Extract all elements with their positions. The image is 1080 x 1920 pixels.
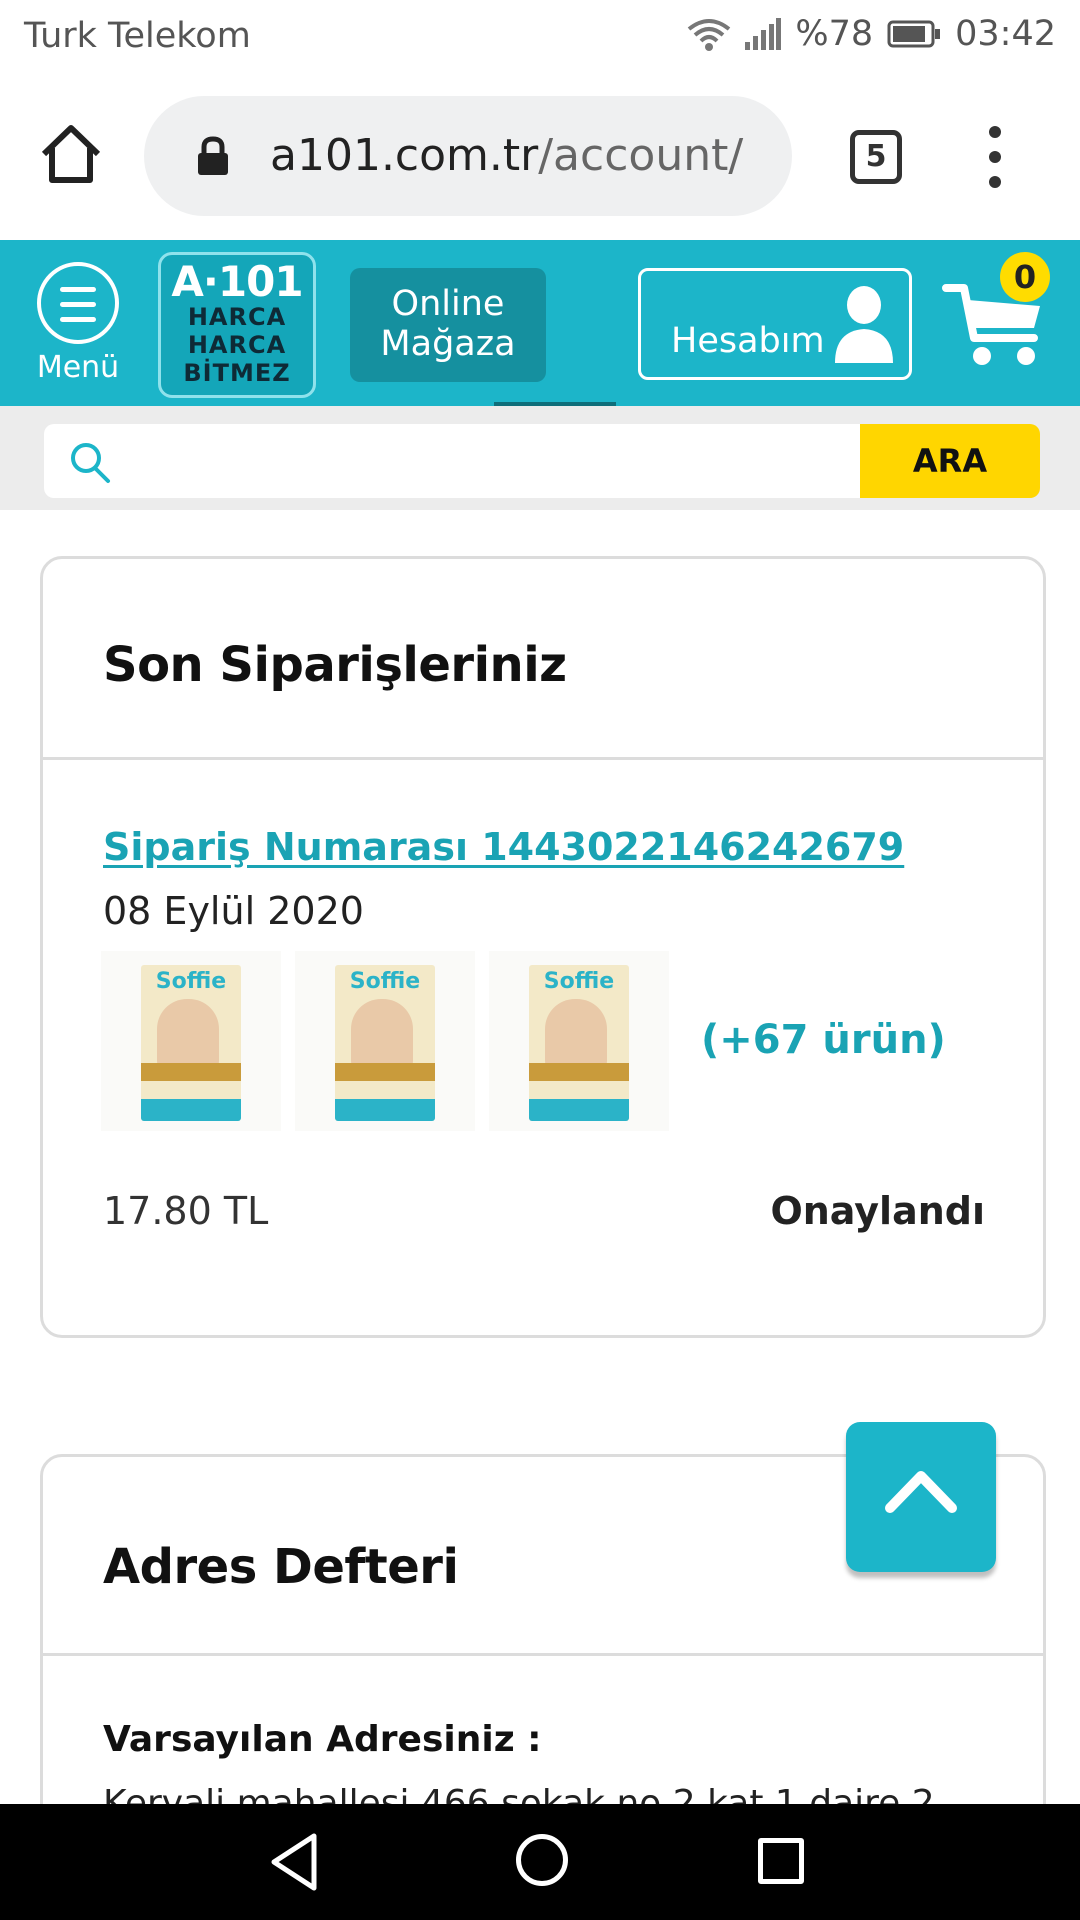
online-store-label-1: Online	[391, 284, 505, 324]
recent-orders-card: Son Siparişleriniz Sipariş Numarası 1443…	[40, 556, 1046, 1338]
chevron-up-icon	[885, 1471, 957, 1513]
recent-orders-title: Son Siparişleriniz	[103, 637, 567, 693]
hamburger-icon	[37, 262, 119, 344]
order-price: 17.80 TL	[103, 1189, 269, 1233]
menu-label: Menü	[36, 350, 120, 385]
kebab-dot-icon	[989, 176, 1001, 188]
screen: Turk Telekom %78 03:42 a101.com.tr/accou…	[0, 0, 1080, 1920]
search-input[interactable]	[44, 424, 860, 498]
browser-home-button[interactable]	[38, 122, 104, 188]
search-button[interactable]: ARA	[860, 424, 1040, 498]
battery-icon	[887, 20, 941, 48]
battery-percent: %78	[795, 14, 874, 54]
site-header: Menü A·101 HARCA HARCA BİTMEZ Online Mağ…	[0, 240, 1080, 406]
url-text: a101.com.tr/account/	[270, 130, 743, 181]
home-icon	[41, 125, 101, 183]
search-icon	[68, 440, 112, 488]
pack-band	[529, 1063, 629, 1081]
url-domain: a101.com.tr	[270, 130, 539, 181]
cart-count-badge: 0	[1000, 252, 1050, 302]
recent-apps-icon[interactable]	[758, 1838, 804, 1884]
online-store-button[interactable]: Online Mağaza	[350, 268, 546, 382]
tab-switcher-button[interactable]: 5	[850, 130, 902, 184]
pack-brand: Soffie	[543, 969, 615, 994]
lock-icon	[196, 136, 230, 180]
menu-button[interactable]: Menü	[34, 262, 122, 392]
logo-line: BİTMEZ	[183, 359, 291, 387]
scroll-to-top-button[interactable]	[846, 1422, 996, 1572]
pack-band	[335, 1063, 435, 1081]
status-indicators: %78 03:42	[687, 14, 1056, 54]
diaper-pack-image: Soffie	[335, 965, 435, 1121]
wifi-icon	[687, 17, 731, 51]
kebab-dot-icon	[989, 151, 1001, 163]
browser-menu-button[interactable]	[980, 126, 1010, 188]
account-button[interactable]: Hesabım	[638, 268, 912, 380]
carrier-name: Turk Telekom	[24, 16, 251, 56]
order-status: Onaylandı	[770, 1189, 985, 1233]
search-area: ARA	[0, 406, 1080, 510]
order-number-link[interactable]: Sipariş Numarası 1443022146242679	[103, 825, 904, 869]
card-divider	[43, 757, 1043, 760]
logo-line: HARCA	[187, 303, 287, 331]
back-icon[interactable]	[268, 1832, 320, 1896]
pack-band	[141, 1063, 241, 1081]
order-date: 08 Eylül 2020	[103, 889, 364, 933]
kebab-dot-icon	[989, 126, 1001, 138]
pack-brand: Soffie	[155, 969, 227, 994]
diaper-pack-image: Soffie	[529, 965, 629, 1121]
online-store-label-2: Mağaza	[380, 324, 516, 364]
status-bar: Turk Telekom %78 03:42	[0, 0, 1080, 76]
url-path: /account/	[538, 130, 744, 181]
user-icon	[833, 285, 895, 369]
signal-icon	[745, 18, 782, 50]
product-thumbnail[interactable]: Soffie	[101, 951, 281, 1131]
address-book-title: Adres Defteri	[103, 1539, 459, 1595]
pack-bottom	[141, 1099, 241, 1121]
logo-line: HARCA	[187, 331, 287, 359]
pack-bottom	[335, 1099, 435, 1121]
browser-toolbar: a101.com.tr/account/ 5	[0, 76, 1080, 240]
more-items-count[interactable]: (+67 ürün)	[701, 1017, 946, 1063]
system-navigation-bar	[0, 1804, 1080, 1920]
diaper-pack-image: Soffie	[141, 965, 241, 1121]
card-divider	[43, 1653, 1043, 1656]
pack-bottom	[529, 1099, 629, 1121]
product-thumbnail[interactable]: Soffie	[489, 951, 669, 1131]
product-thumbnail[interactable]: Soffie	[295, 951, 475, 1131]
logo-brand: A·101	[171, 257, 303, 306]
clock: 03:42	[955, 14, 1056, 54]
a101-logo[interactable]: A·101 HARCA HARCA BİTMEZ	[158, 252, 316, 398]
pack-brand: Soffie	[349, 969, 421, 994]
address-bar[interactable]: a101.com.tr/account/	[144, 96, 792, 216]
home-circle-icon[interactable]	[516, 1834, 568, 1886]
account-label: Hesabım	[671, 321, 825, 361]
default-address-label: Varsayılan Adresiniz :	[103, 1719, 542, 1760]
